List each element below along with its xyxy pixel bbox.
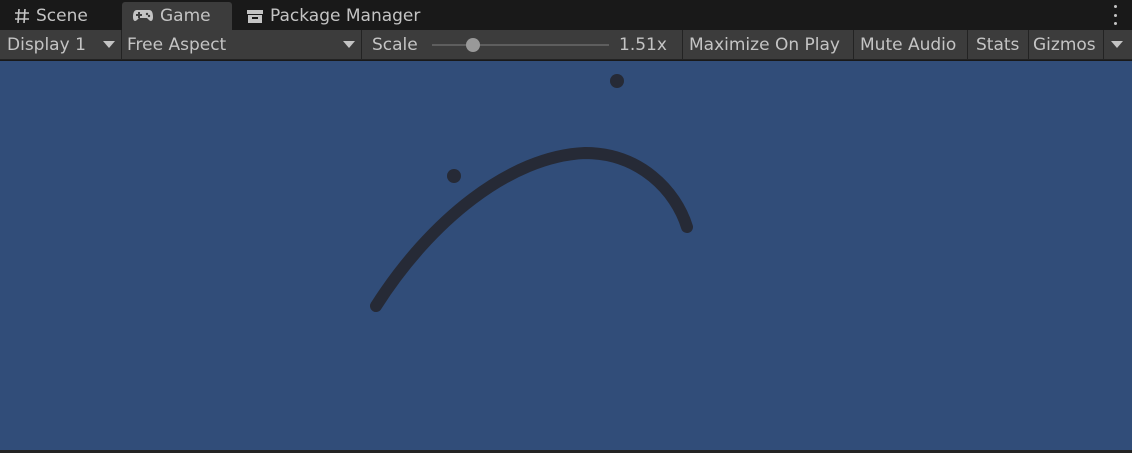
gizmos-button[interactable]: Gizmos	[1029, 30, 1104, 59]
gizmos-dropdown[interactable]	[1104, 30, 1132, 59]
gamepad-icon	[132, 9, 154, 23]
scale-label: Scale	[372, 34, 418, 55]
scale-slider-handle[interactable]	[466, 38, 480, 52]
more-options-icon[interactable]	[1112, 5, 1118, 25]
tab-game[interactable]: Game	[122, 2, 232, 30]
tab-scene-label: Scene	[36, 6, 88, 26]
gizmos-label: Gizmos	[1033, 34, 1096, 55]
chevron-down-icon	[103, 41, 115, 48]
scale-value: 1.51x	[619, 34, 667, 55]
stats-button[interactable]: Stats	[968, 30, 1029, 59]
game-render	[370, 74, 693, 312]
tab-package-manager[interactable]: Package Manager	[236, 2, 446, 30]
dot	[447, 169, 461, 183]
aspect-dropdown-label: Free Aspect	[127, 34, 227, 55]
tab-game-label: Game	[160, 6, 211, 26]
game-window: Scene Game Package Manager Display 1 Fre…	[0, 0, 1132, 453]
tab-bar: Scene Game Package Manager	[0, 0, 1132, 31]
stats-label: Stats	[976, 34, 1020, 55]
tab-package-manager-label: Package Manager	[270, 6, 421, 26]
chevron-down-icon	[343, 41, 355, 48]
dot	[610, 74, 624, 88]
scale-slider-track[interactable]	[432, 44, 609, 46]
mute-audio-label: Mute Audio	[860, 34, 957, 55]
game-viewport[interactable]	[0, 61, 1132, 450]
maximize-on-play-button[interactable]: Maximize On Play	[683, 30, 854, 59]
package-box-icon	[246, 9, 264, 24]
aspect-dropdown[interactable]: Free Aspect	[122, 30, 362, 59]
maximize-on-play-label: Maximize On Play	[689, 34, 840, 55]
tab-scene[interactable]: Scene	[4, 2, 118, 30]
chevron-down-icon	[1111, 41, 1123, 48]
grid-hash-icon	[14, 8, 30, 24]
display-dropdown[interactable]: Display 1	[0, 30, 122, 59]
mute-audio-button[interactable]: Mute Audio	[854, 30, 968, 59]
curved-line	[370, 146, 693, 312]
display-dropdown-label: Display 1	[7, 34, 86, 55]
